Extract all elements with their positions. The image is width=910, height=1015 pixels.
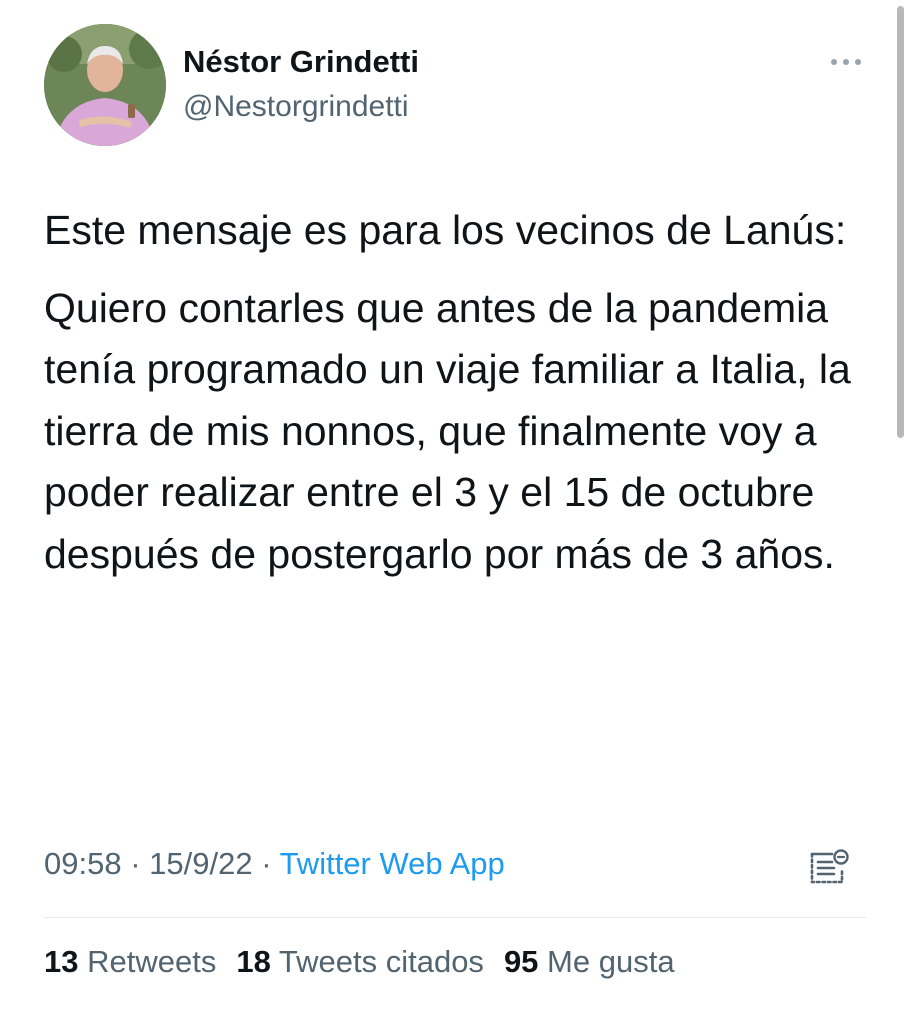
tweet-metadata: 09:58 · 15/9/22 · Twitter Web App [44,846,505,882]
meta-separator: · [121,846,150,881]
author-name[interactable]: Néstor Grindetti [183,44,419,80]
author-handle[interactable]: @Nestorgrindetti [183,90,409,124]
tweet-date[interactable]: 15/9/22 [149,846,252,881]
tweet-text: Este mensaje es para los vecinos de Lanú… [44,200,864,585]
profile-photo [44,24,166,146]
avatar[interactable] [44,24,166,146]
retweets-stat[interactable]: 13 Retweets [44,944,216,980]
tweet-time[interactable]: 09:58 [44,846,122,881]
retweets-label: Retweets [87,944,217,979]
likes-count: 95 [503,944,539,979]
likes-stat[interactable]: 95 Me gusta [504,944,675,980]
likes-label: Me gusta [547,944,675,979]
scrollbar[interactable] [897,6,904,438]
tweet-paragraph-2: Quiero contarles que antes de la pandemi… [44,284,851,577]
quotes-count: 18 [236,944,271,979]
retweets-count: 13 [44,944,79,979]
meta-separator: · [252,846,280,881]
tweet-paragraph-1: Este mensaje es para los vecinos de Lanú… [44,207,847,253]
tweet-stats: 13 Retweets 18 Tweets citados 95 Me gust… [44,944,675,980]
tweet-source-link[interactable]: Twitter Web App [280,846,505,881]
quote-tweets-stat[interactable]: 18 Tweets citados [236,944,484,980]
quotes-label: Tweets citados [278,944,484,979]
more-options-icon[interactable] [826,50,866,74]
tweet-analytics-icon[interactable] [808,848,850,888]
divider [44,917,866,918]
